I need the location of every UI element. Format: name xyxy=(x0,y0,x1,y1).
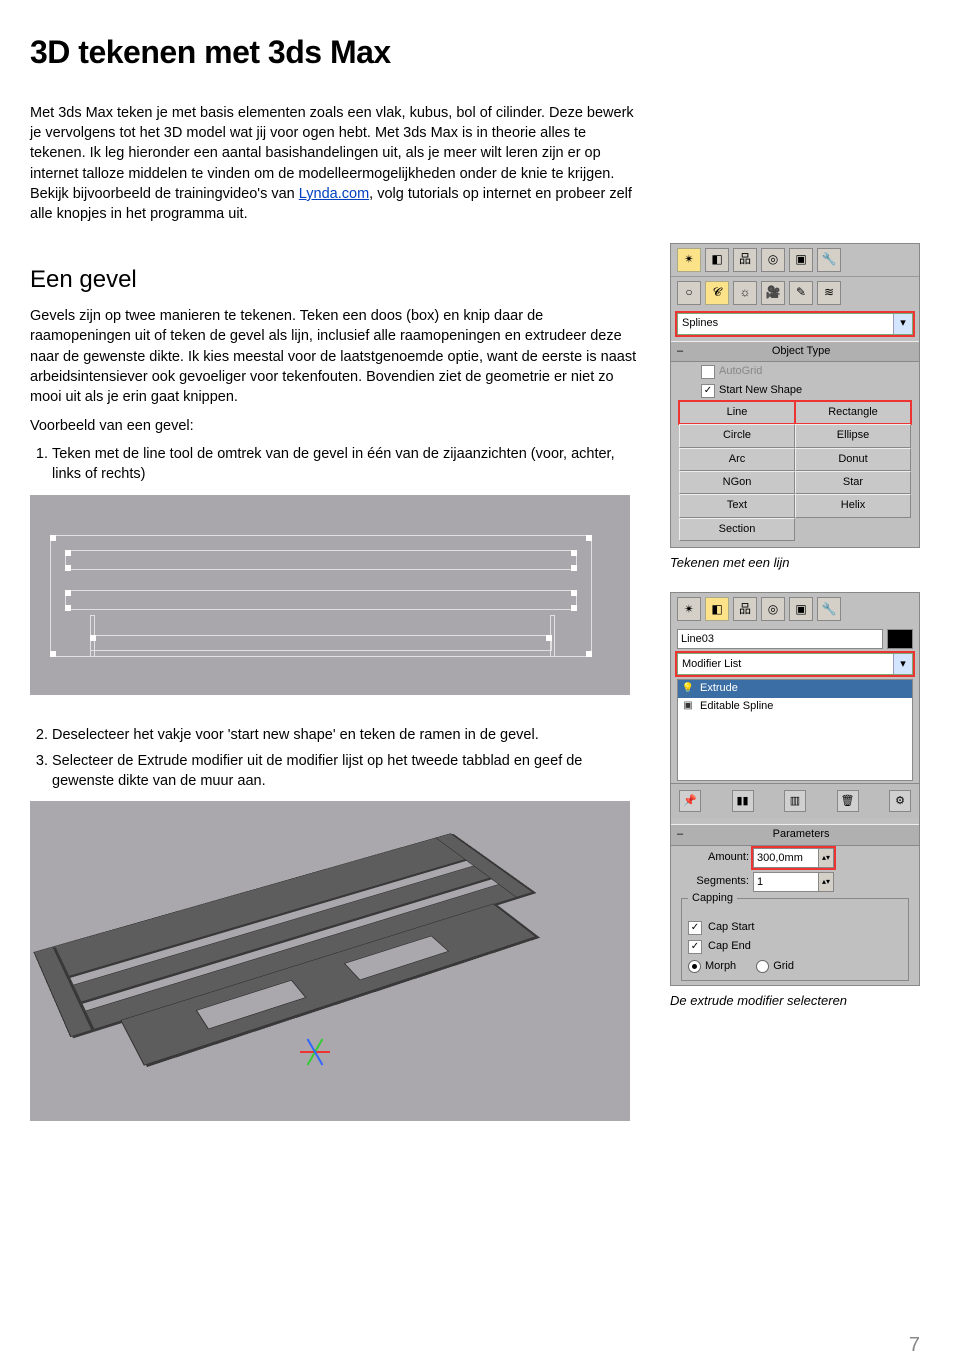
make-unique-icon[interactable]: ▥ xyxy=(784,790,806,812)
ngon-button[interactable]: NGon xyxy=(679,471,795,494)
lights-icon[interactable]: ☼ xyxy=(733,281,757,305)
morph-label: Morph xyxy=(705,959,736,974)
motion-tab-icon[interactable]: ◎ xyxy=(761,248,785,272)
pin-stack-icon[interactable]: 📌 xyxy=(679,790,701,812)
modify-panel: ✴ ◧ 品 ◎ ▣ 🔧 Modifier List ▾ 💡 Extrude xyxy=(670,592,920,986)
stack-label-extrude: Extrude xyxy=(700,681,738,696)
create-tab-icon[interactable]: ✴ xyxy=(677,248,701,272)
amount-row: Amount: ▴▾ xyxy=(671,846,919,870)
object-color-swatch[interactable] xyxy=(887,629,913,649)
section-button[interactable]: Section xyxy=(679,518,795,541)
configure-sets-icon[interactable]: ⚙ xyxy=(889,790,911,812)
arc-button[interactable]: Arc xyxy=(679,448,795,471)
plus-icon: ▣ xyxy=(682,700,694,712)
helpers-icon[interactable]: ✎ xyxy=(789,281,813,305)
spacewarps-icon[interactable]: ≋ xyxy=(817,281,841,305)
segments-spinner[interactable]: ▴▾ xyxy=(818,873,833,891)
object-type-label: Object Type xyxy=(772,345,831,357)
gevel-3d-figure xyxy=(30,801,630,1121)
object-name-field[interactable] xyxy=(677,629,883,649)
helix-button[interactable]: Helix xyxy=(795,494,911,517)
display-tab-icon-2[interactable]: ▣ xyxy=(789,597,813,621)
cap-start-checkbox[interactable]: ✓ xyxy=(688,921,702,935)
modifier-stack[interactable]: 💡 Extrude ▣ Editable Spline xyxy=(677,679,913,781)
step-2: Deselecteer het vakje voor 'start new sh… xyxy=(52,725,640,745)
splines-dropdown-text: Splines xyxy=(678,316,893,331)
segments-row: Segments: ▴▾ xyxy=(671,870,919,894)
amount-input[interactable] xyxy=(754,849,818,867)
rectangle-button[interactable]: Rectangle xyxy=(795,401,911,424)
amount-label: Amount: xyxy=(681,850,749,865)
parameters-rollout[interactable]: – Parameters xyxy=(671,824,919,845)
modifier-list-text: Modifier List xyxy=(678,657,893,672)
create-tab-icon-2[interactable]: ✴ xyxy=(677,597,701,621)
display-tab-icon[interactable]: ▣ xyxy=(789,248,813,272)
lynda-link[interactable]: Lynda.com xyxy=(299,186,369,202)
segments-input[interactable] xyxy=(754,873,818,891)
viewport-gizmo xyxy=(270,1021,330,1081)
start-new-shape-label: Start New Shape xyxy=(719,383,802,398)
grid-label: Grid xyxy=(773,959,794,974)
step-1: Teken met de line tool de omtrek van de … xyxy=(52,444,640,485)
cap-start-label: Cap Start xyxy=(708,920,754,935)
morph-radio[interactable] xyxy=(688,960,701,973)
donut-button[interactable]: Donut xyxy=(795,448,911,471)
grid-radio[interactable] xyxy=(756,960,769,973)
lightbulb-icon: 💡 xyxy=(682,683,694,695)
utilities-tab-icon[interactable]: 🔧 xyxy=(817,248,841,272)
stack-item-editable-spline[interactable]: ▣ Editable Spline xyxy=(678,698,912,715)
capping-group: Capping ✓ Cap Start ✓ Cap End Morph xyxy=(681,898,909,982)
splines-dropdown[interactable]: Splines ▾ xyxy=(677,313,913,335)
cap-end-checkbox[interactable]: ✓ xyxy=(688,940,702,954)
show-end-result-icon[interactable]: ▮▮ xyxy=(732,790,754,812)
modifier-list-dropdown[interactable]: Modifier List ▾ xyxy=(677,653,913,675)
chevron-down-icon[interactable]: ▾ xyxy=(893,314,912,334)
star-button[interactable]: Star xyxy=(795,471,911,494)
gevel-outline-figure xyxy=(30,495,630,695)
modify-tab-icon[interactable]: ◧ xyxy=(705,248,729,272)
caption-1: Tekenen met een lijn xyxy=(670,554,920,572)
cap-end-label: Cap End xyxy=(708,939,751,954)
page-number: 7 xyxy=(909,1331,920,1359)
utilities-tab-icon-2[interactable]: 🔧 xyxy=(817,597,841,621)
segments-label: Segments: xyxy=(681,874,749,889)
autogrid-checkbox[interactable] xyxy=(701,365,715,379)
remove-modifier-icon[interactable]: 🗑 xyxy=(837,790,859,812)
line-button[interactable]: Line xyxy=(679,401,795,424)
hierarchy-tab-icon-2[interactable]: 品 xyxy=(733,597,757,621)
intro-paragraph: Met 3ds Max teken je met basis elementen… xyxy=(30,103,640,225)
text-button[interactable]: Text xyxy=(679,494,795,517)
object-type-rollout[interactable]: – Object Type xyxy=(671,341,919,362)
ellipse-button[interactable]: Ellipse xyxy=(795,424,911,447)
chevron-down-icon[interactable]: ▾ xyxy=(893,654,912,674)
step-3: Selecteer de Extrude modifier uit de mod… xyxy=(52,751,640,792)
amount-spinner[interactable]: ▴▾ xyxy=(818,849,833,867)
stack-label-spline: Editable Spline xyxy=(700,699,773,714)
shapes-icon[interactable]: 𝓒 xyxy=(705,281,729,305)
page-title: 3D tekenen met 3ds Max xyxy=(30,30,920,75)
create-panel: ✴ ◧ 品 ◎ ▣ 🔧 ○ 𝓒 ☼ 🎥 ✎ ≋ Splines ▾ – xyxy=(670,243,920,549)
paragraph-2: Voorbeeld van een gevel: xyxy=(30,416,640,436)
stack-item-extrude[interactable]: 💡 Extrude xyxy=(678,680,912,697)
circle-button[interactable]: Circle xyxy=(679,424,795,447)
motion-tab-icon-2[interactable]: ◎ xyxy=(761,597,785,621)
geometry-icon[interactable]: ○ xyxy=(677,281,701,305)
cameras-icon[interactable]: 🎥 xyxy=(761,281,785,305)
capping-legend: Capping xyxy=(688,892,737,904)
autogrid-label: AutoGrid xyxy=(719,364,762,379)
caption-2: De extrude modifier selecteren xyxy=(670,992,920,1010)
section-heading: Een gevel xyxy=(30,263,640,297)
paragraph-1: Gevels zijn op twee manieren te tekenen.… xyxy=(30,306,640,407)
start-new-shape-checkbox[interactable]: ✓ xyxy=(701,384,715,398)
parameters-label: Parameters xyxy=(773,828,830,840)
hierarchy-tab-icon[interactable]: 品 xyxy=(733,248,757,272)
modify-tab-icon-2[interactable]: ◧ xyxy=(705,597,729,621)
